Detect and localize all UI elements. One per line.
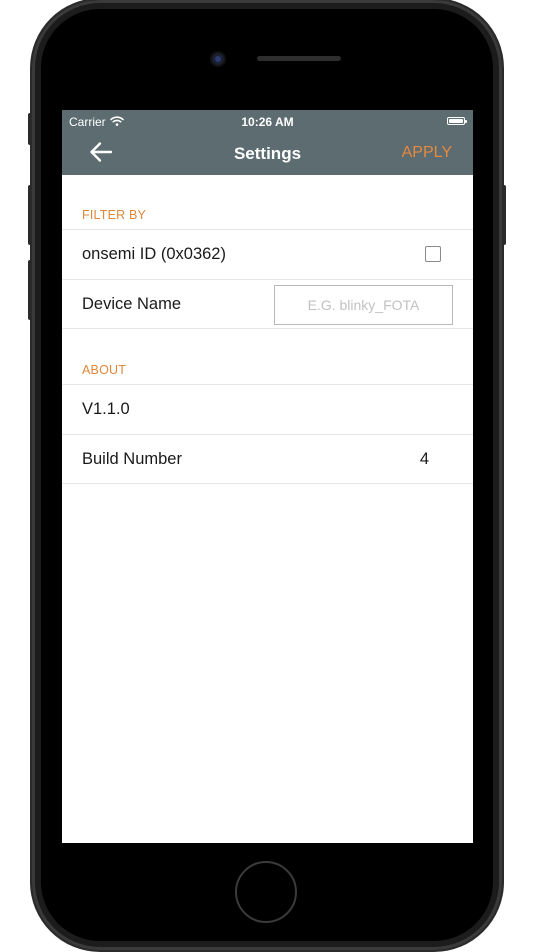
earpiece-speaker	[257, 56, 341, 61]
build-number-value: 4	[419, 450, 429, 468]
app-screen: Carrier 10:26 AM Settings APPLY FILTER B…	[62, 110, 473, 843]
status-bar: Carrier 10:26 AM	[62, 110, 473, 132]
build-number-label: Build Number	[82, 450, 182, 468]
build-number-row: Build Number 4	[62, 434, 473, 484]
filter-by-header: FILTER BY	[82, 208, 147, 222]
home-button[interactable]	[235, 861, 297, 923]
version-label: V1.1.0	[82, 400, 130, 418]
battery-icon	[447, 117, 467, 125]
device-name-row: Device Name	[62, 279, 473, 329]
onsemi-id-row[interactable]: onsemi ID (0x0362)	[62, 229, 473, 278]
front-camera	[212, 53, 224, 65]
status-time: 10:26 AM	[241, 115, 294, 129]
onsemi-id-checkbox[interactable]	[425, 246, 441, 262]
device-name-label: Device Name	[82, 295, 182, 313]
onsemi-id-label: onsemi ID (0x0362)	[82, 245, 226, 263]
apply-button[interactable]: APPLY	[402, 144, 452, 162]
power-button	[502, 185, 506, 245]
navigation-bar: Carrier 10:26 AM Settings APPLY	[62, 110, 473, 175]
version-row: V1.1.0	[62, 384, 473, 433]
about-header: ABOUT	[82, 363, 127, 377]
device-name-input[interactable]	[274, 285, 453, 325]
